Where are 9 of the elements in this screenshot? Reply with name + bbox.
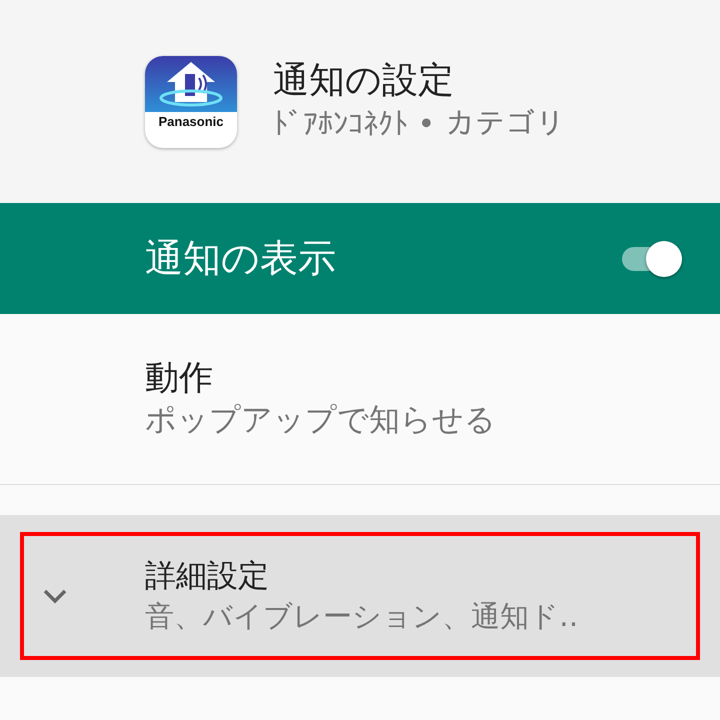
item-title: 動作: [145, 356, 214, 400]
item-title: 詳細設定: [145, 557, 270, 596]
advanced-settings-item[interactable]: 詳細設定 音、バイブレーション、通知ド‥: [0, 515, 720, 677]
app-logo-text: Panasonic: [157, 114, 225, 128]
page-title: 通知の設定: [273, 59, 455, 103]
switch-label: 通知の表示: [145, 235, 336, 282]
item-summary: ポップアップで知らせる: [145, 401, 496, 440]
item-summary: 音、バイブレーション、通知ド‥: [145, 598, 578, 635]
page-subtitle: ﾄﾞｱﾎﾝｺﾈｸﾄ • カテゴリ: [273, 106, 565, 144]
